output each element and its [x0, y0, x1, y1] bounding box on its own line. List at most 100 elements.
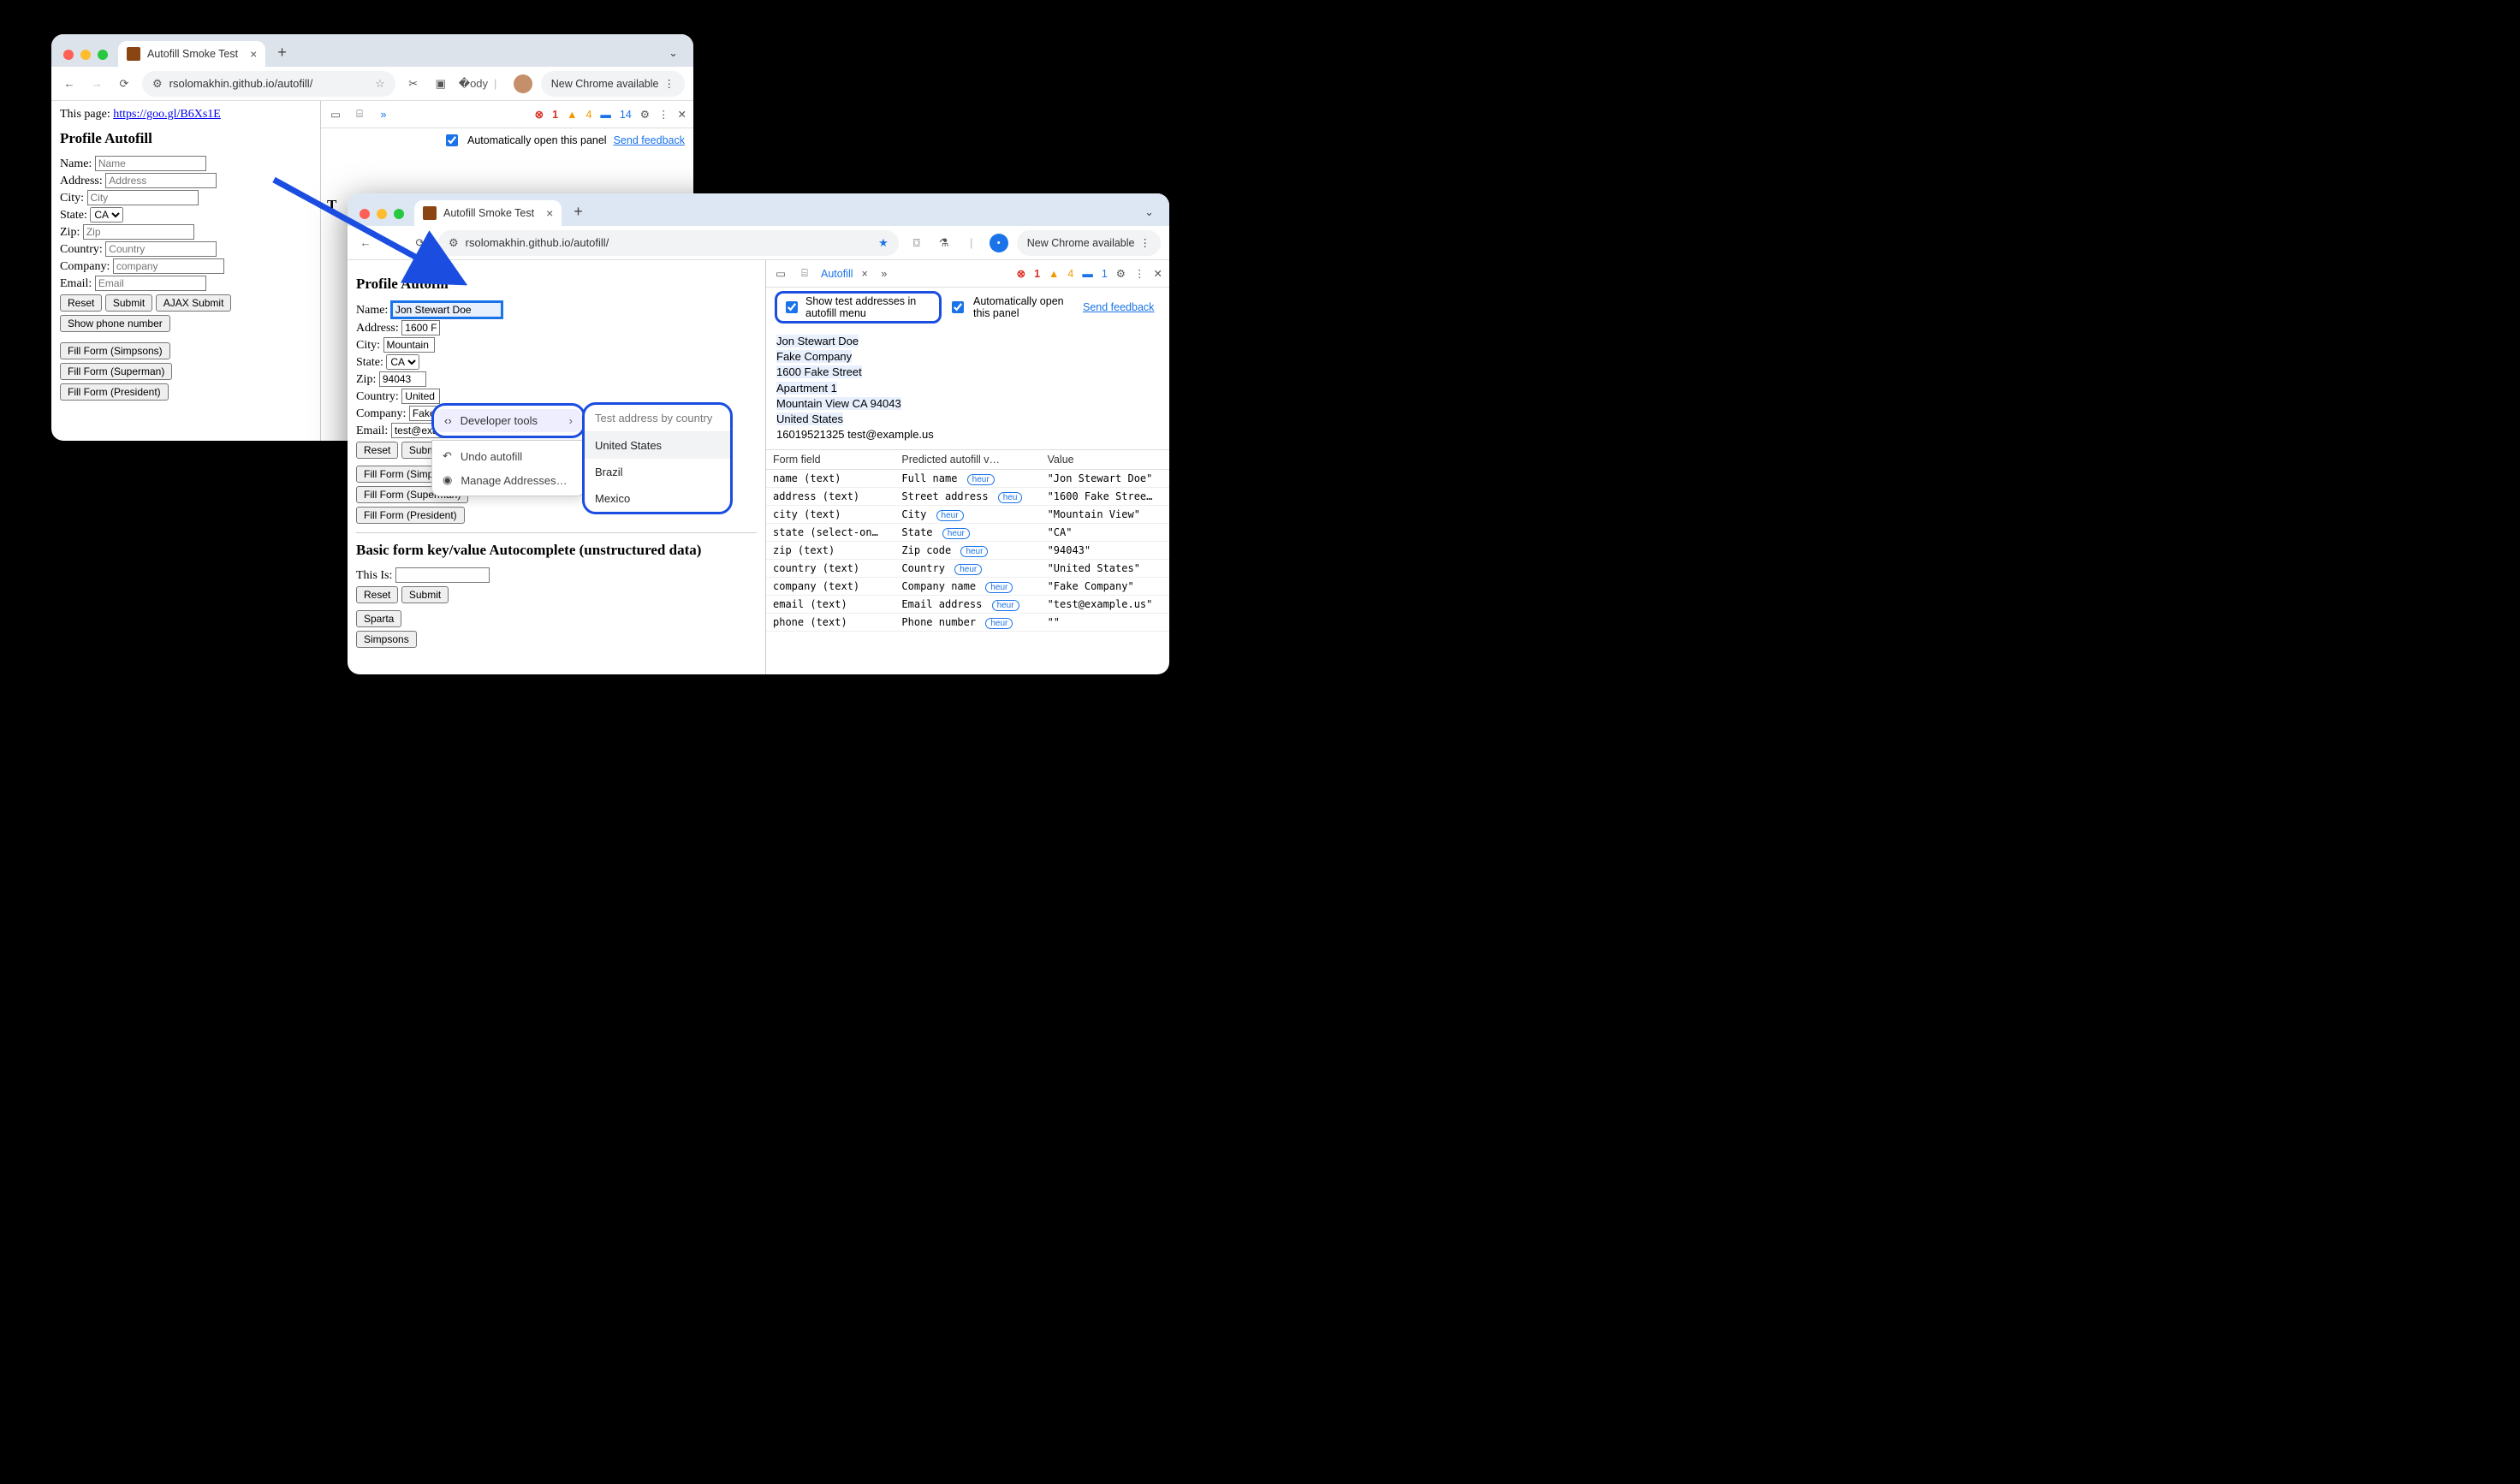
maximize-window-icon[interactable] — [98, 50, 108, 60]
update-chip[interactable]: New Chrome available ⋮ — [541, 71, 685, 97]
warning-count-icon[interactable]: ▲ — [1049, 268, 1059, 280]
minimize-window-icon[interactable] — [377, 209, 387, 219]
more-tabs-icon[interactable]: » — [376, 109, 391, 121]
site-settings-icon[interactable]: ⚙ — [152, 77, 163, 91]
auto-open-checkbox[interactable] — [952, 301, 964, 313]
sparta-button[interactable]: Sparta — [356, 610, 401, 627]
table-row[interactable]: company (text)Company name heur"Fake Com… — [766, 578, 1169, 596]
city-input[interactable] — [87, 190, 199, 205]
minimize-window-icon[interactable] — [80, 50, 91, 60]
thisis-input[interactable] — [395, 567, 490, 583]
reload-button[interactable]: ⟳ — [411, 236, 430, 250]
country-input[interactable] — [105, 241, 217, 257]
table-row[interactable]: address (text)Street address heu"1600 Fa… — [766, 488, 1169, 506]
menu-item-manage-addresses[interactable]: ◉ Manage Addresses… — [432, 468, 585, 492]
bookmark-star-icon[interactable]: ☆ — [375, 77, 385, 91]
back-button[interactable]: ← — [60, 77, 79, 90]
address-bar[interactable]: ⚙ rsolomakhin.github.io/autofill/ ★ — [438, 230, 899, 256]
settings-gear-icon[interactable]: ⚙ — [1116, 267, 1126, 280]
table-row[interactable]: state (select-on…State heur"CA" — [766, 524, 1169, 542]
company-input[interactable] — [113, 258, 224, 274]
extension-icon[interactable]: ▣ — [431, 77, 450, 91]
more-tabs-icon[interactable]: » — [877, 268, 892, 280]
country-option-us[interactable]: United States — [585, 432, 730, 459]
new-tab-button[interactable]: + — [270, 44, 294, 67]
close-tab-icon[interactable]: × — [546, 206, 553, 220]
send-feedback-link[interactable]: Send feedback — [1083, 301, 1154, 313]
profile-avatar[interactable] — [514, 74, 532, 93]
devtools-tab-autofill[interactable]: Autofill — [821, 268, 853, 280]
tabs-menu-icon[interactable]: ⌄ — [660, 46, 686, 67]
submit-button[interactable]: Submit — [105, 294, 152, 312]
country-option-mexico[interactable]: Mexico — [585, 485, 730, 512]
col-value[interactable]: Value — [1041, 450, 1169, 470]
show-phone-button[interactable]: Show phone number — [60, 315, 170, 332]
settings-gear-icon[interactable]: ⚙ — [640, 108, 650, 121]
error-count-icon[interactable]: ⊗ — [535, 108, 544, 121]
table-row[interactable]: city (text)City heur"Mountain View" — [766, 506, 1169, 524]
info-count-icon[interactable]: ▬ — [600, 109, 611, 121]
devtools-kebab-icon[interactable]: ⋮ — [658, 108, 669, 121]
close-window-icon[interactable] — [360, 209, 370, 219]
table-row[interactable]: zip (text)Zip code heur"94043" — [766, 542, 1169, 560]
table-row[interactable]: name (text)Full name heur"Jon Stewart Do… — [766, 470, 1169, 488]
fill-simpsons-button[interactable]: Fill Form (Simpsons) — [60, 342, 170, 359]
reload-button[interactable]: ⟳ — [115, 77, 134, 91]
simpsons-button[interactable]: Simpsons — [356, 631, 417, 648]
fill-president-button[interactable]: Fill Form (President) — [356, 507, 465, 524]
devtools-kebab-icon[interactable]: ⋮ — [1134, 267, 1145, 280]
fill-president-button[interactable]: Fill Form (President) — [60, 383, 169, 401]
close-window-icon[interactable] — [63, 50, 74, 60]
col-form-field[interactable]: Form field — [766, 450, 894, 470]
menu-item-developer-tools[interactable]: ‹› Developer tools › — [434, 409, 583, 432]
kebab-menu-icon[interactable]: ⋮ — [664, 77, 675, 90]
tabs-menu-icon[interactable]: ⌄ — [1136, 205, 1162, 226]
devtools-close-icon[interactable]: ✕ — [1154, 267, 1162, 280]
fill-superman-button[interactable]: Fill Form (Superman) — [60, 363, 172, 380]
table-row[interactable]: phone (text)Phone number heur"" — [766, 614, 1169, 632]
device-toggle-icon[interactable]: ⌸ — [797, 267, 812, 280]
forward-button[interactable]: → — [383, 236, 402, 249]
close-tab-icon[interactable]: × — [250, 47, 257, 61]
new-tab-button[interactable]: + — [567, 203, 590, 226]
error-count-icon[interactable]: ⊗ — [1017, 267, 1025, 280]
inspect-icon[interactable]: ▭ — [328, 108, 343, 121]
menu-item-undo-autofill[interactable]: ↶ Undo autofill — [432, 444, 585, 468]
submit-button-2[interactable]: Submit — [401, 586, 449, 603]
email-input[interactable] — [95, 276, 206, 291]
extensions-puzzle-icon[interactable]: �ody — [459, 77, 478, 91]
this-page-link[interactable]: https://goo.gl/B6Xs1E — [113, 108, 221, 121]
maximize-window-icon[interactable] — [394, 209, 404, 219]
browser-tab[interactable]: Autofill Smoke Test × — [118, 41, 265, 67]
forward-button[interactable]: → — [87, 77, 106, 90]
site-settings-icon[interactable]: ⚙ — [449, 236, 459, 250]
city-input[interactable] — [383, 337, 435, 353]
reset-button[interactable]: Reset — [60, 294, 102, 312]
state-select[interactable]: CA — [386, 354, 419, 370]
table-row[interactable]: email (text)Email address heur"test@exam… — [766, 596, 1169, 614]
tab-close-icon[interactable]: × — [862, 268, 868, 280]
profile-avatar[interactable]: • — [990, 234, 1008, 252]
update-chip[interactable]: New Chrome available ⋮ — [1017, 230, 1161, 256]
cut-icon[interactable]: ✂ — [404, 77, 423, 91]
address-bar[interactable]: ⚙ rsolomakhin.github.io/autofill/ ☆ — [142, 71, 395, 97]
col-predicted[interactable]: Predicted autofill v… — [894, 450, 1040, 470]
device-toggle-icon[interactable]: ⌸ — [352, 108, 367, 121]
name-input[interactable] — [95, 156, 206, 171]
inspect-icon[interactable]: ▭ — [773, 267, 788, 280]
extensions-puzzle-icon[interactable]: ⌼ — [907, 236, 926, 250]
reset-button-2[interactable]: Reset — [356, 586, 398, 603]
warning-count-icon[interactable]: ▲ — [567, 109, 577, 121]
country-input[interactable] — [401, 389, 440, 404]
browser-tab[interactable]: Autofill Smoke Test × — [414, 200, 562, 226]
send-feedback-link[interactable]: Send feedback — [614, 134, 685, 146]
devtools-close-icon[interactable]: ✕ — [678, 108, 686, 121]
back-button[interactable]: ← — [356, 236, 375, 249]
bookmark-star-icon[interactable]: ★ — [878, 236, 889, 250]
address-input[interactable] — [401, 320, 440, 335]
labs-flask-icon[interactable]: ⚗ — [935, 236, 954, 250]
name-input[interactable] — [391, 301, 502, 318]
reset-button[interactable]: Reset — [356, 442, 398, 459]
zip-input[interactable] — [83, 224, 194, 240]
auto-open-checkbox[interactable] — [446, 134, 458, 146]
